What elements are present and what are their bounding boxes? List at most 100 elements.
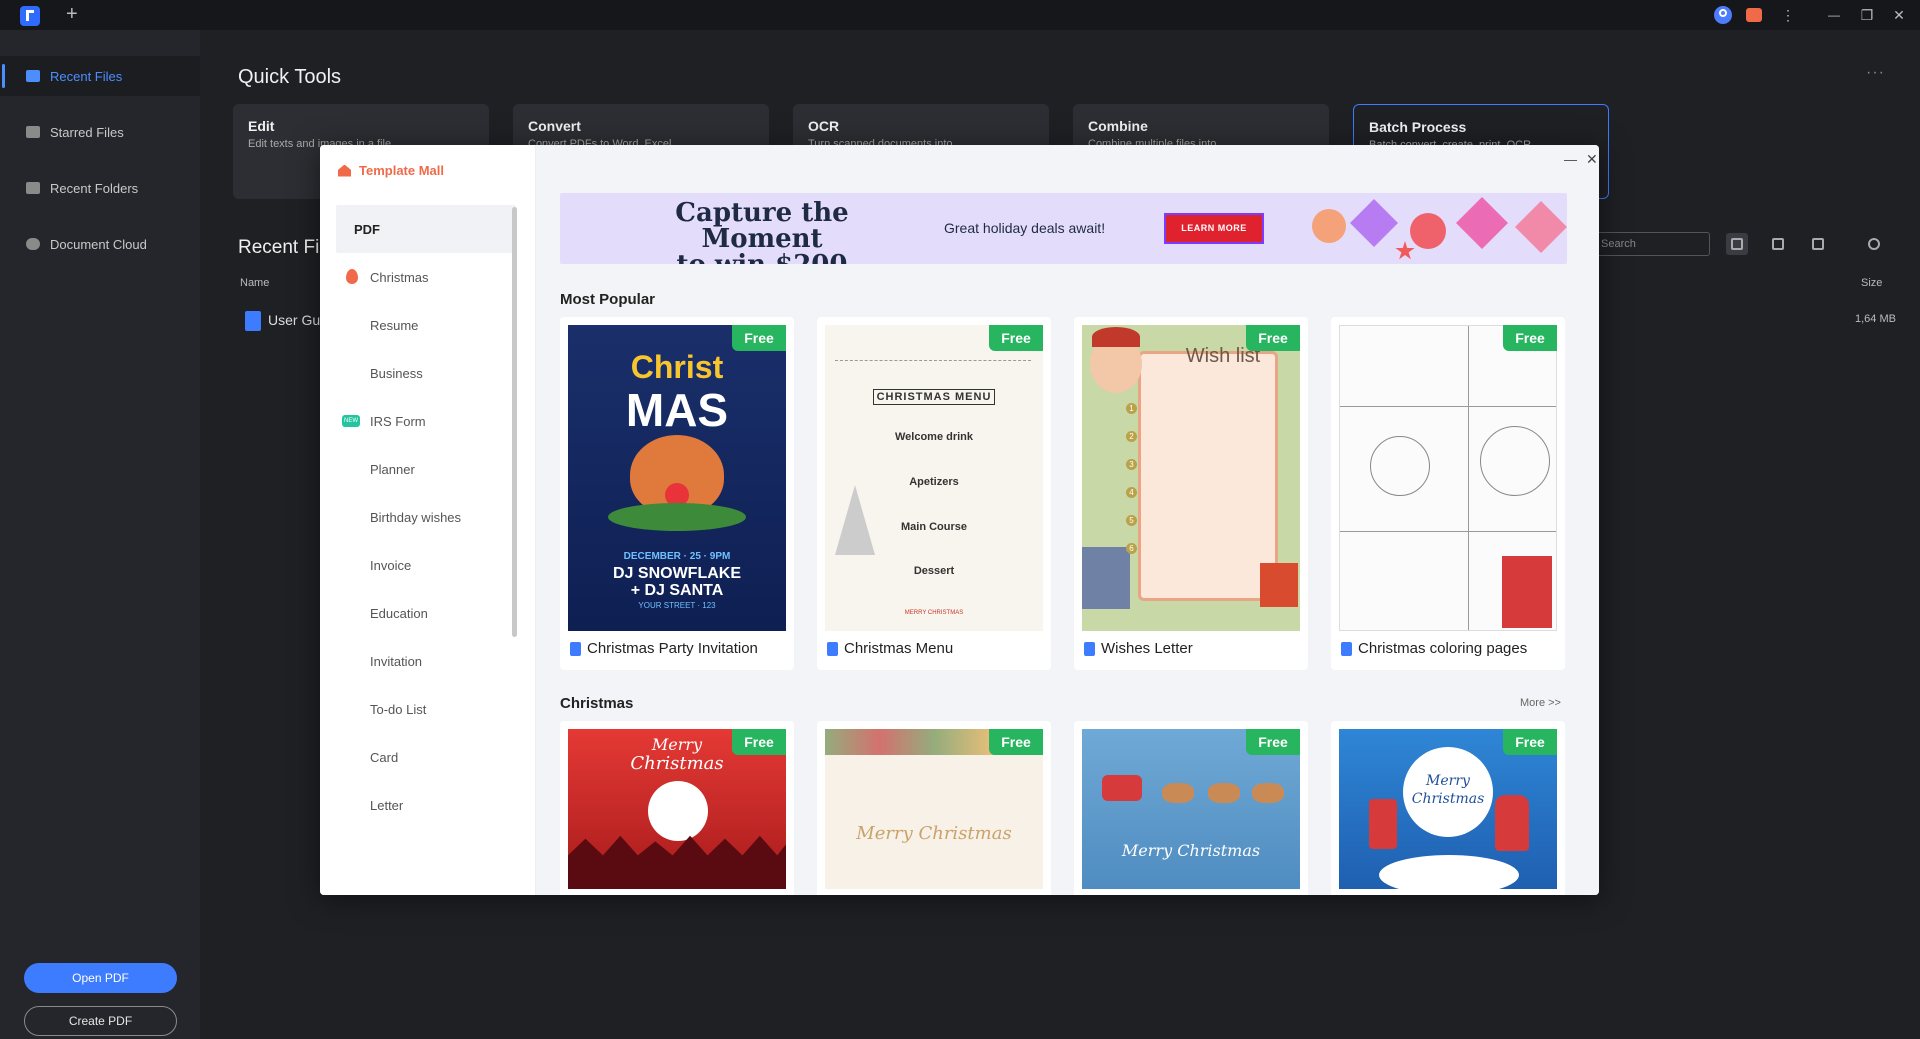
thumb-text: Christmas (630, 753, 724, 774)
file-size: 1,64 MB (1855, 313, 1896, 325)
category-item-christmas[interactable]: Christmas (336, 253, 516, 301)
category-item-letter[interactable]: Letter (336, 781, 516, 829)
grid-view-button[interactable] (1767, 233, 1789, 255)
tool-title: Combine (1088, 118, 1148, 134)
category-item-business[interactable]: Business (336, 349, 516, 397)
thumb-text: Merry Christmas (1121, 841, 1261, 860)
new-badge-icon: NEW (342, 415, 360, 427)
category-item-resume[interactable]: Resume (336, 301, 516, 349)
search-input[interactable]: Search (1596, 232, 1710, 256)
menu-dots-icon[interactable]: ⋮ (1779, 6, 1797, 24)
thumb-text: Merry (1426, 773, 1470, 789)
elf-hat-icon (1092, 327, 1140, 347)
template-card-christmas-menu[interactable]: Free CHRISTMAS MENU Welcome drink Apetiz… (817, 317, 1051, 670)
most-popular-title: Most Popular (560, 291, 656, 308)
category-label: Letter (370, 797, 404, 813)
category-item-invitation[interactable]: Invitation (336, 637, 516, 685)
tool-title: OCR (808, 118, 840, 134)
gift-box-icon (1260, 563, 1298, 607)
free-badge: Free (732, 325, 786, 351)
category-list: PDF Christmas Resume Business NEW IRS For… (336, 205, 516, 829)
tool-title: Edit (248, 118, 275, 134)
learn-more-button[interactable]: LEARN MORE (1164, 213, 1264, 244)
open-pdf-button[interactable]: Open PDF (24, 963, 177, 993)
free-badge: Free (989, 729, 1043, 755)
category-label: Invitation (370, 653, 423, 669)
more-christmas-link[interactable]: More >> (1520, 697, 1561, 709)
category-item-card[interactable]: Card (336, 733, 516, 781)
message-icon[interactable] (1746, 8, 1762, 22)
trash-icon (1812, 238, 1824, 250)
user-avatar-icon[interactable] (1714, 6, 1732, 24)
template-card-wishes-letter[interactable]: Free Wish list 1 2 3 4 5 6 Wishes Letter (1074, 317, 1308, 670)
thumb-text: + DJ SANTA (630, 582, 724, 599)
app-logo-icon[interactable] (20, 6, 40, 26)
tool-title: Convert (528, 118, 581, 134)
santa-icon (1495, 795, 1529, 851)
category-item-birthday-wishes[interactable]: Birthday wishes (336, 493, 516, 541)
template-title-text: Wishes Letter (1101, 640, 1193, 657)
promo-banner[interactable]: Capture the Moment to win $200 Great hol… (560, 193, 1567, 264)
template-card-christmas-party-invitation[interactable]: Free Christ MAS DECEMBER · 25 · 9PM DJ S… (560, 317, 794, 670)
create-pdf-button[interactable]: Create PDF (24, 1006, 177, 1036)
sidebar-item-recent-files[interactable]: Recent Files (0, 56, 200, 96)
close-window-button[interactable]: ✕ (1890, 6, 1908, 24)
new-tab-button[interactable]: + (66, 3, 78, 26)
template-title: Christmas Menu (827, 640, 953, 657)
template-card-christmas-2[interactable]: Free Merry Christmas (817, 721, 1051, 895)
dialog-close-button[interactable]: ✕ (1586, 151, 1598, 168)
template-card-christmas-4[interactable]: Free Merry Christmas (1331, 721, 1565, 895)
christmas-section-title: Christmas (560, 695, 634, 712)
refresh-button[interactable] (1863, 233, 1885, 255)
category-item-education[interactable]: Education (336, 589, 516, 637)
sidebar-item-document-cloud[interactable]: Document Cloud (0, 224, 200, 264)
category-label: Invoice (370, 557, 412, 573)
quick-tools-title: Quick Tools (238, 66, 342, 88)
category-item-to-do-list[interactable]: To-do List (336, 685, 516, 733)
template-card-christmas-coloring-pages[interactable]: Free Christmas coloring pages (1331, 317, 1565, 670)
reindeer-icon (1208, 783, 1240, 803)
list-number: 4 (1126, 487, 1137, 498)
template-title-text: Christmas Menu (844, 640, 954, 657)
category-item-planner[interactable]: Planner (336, 445, 516, 493)
category-label: Planner (370, 461, 415, 477)
list-number: 6 (1126, 543, 1137, 554)
list-number: 2 (1126, 431, 1137, 442)
category-item-pdf[interactable]: PDF (336, 205, 516, 253)
reindeer-icon (1252, 783, 1284, 803)
dialog-minimize-button[interactable]: — (1564, 152, 1577, 167)
banner-title-line1: Capture the Moment (675, 198, 849, 254)
template-thumbnail: Wish list 1 2 3 4 5 6 (1082, 325, 1300, 631)
coloring-ornament-icon (1480, 426, 1550, 496)
category-label: Card (370, 749, 399, 765)
list-view-button[interactable] (1726, 233, 1748, 255)
gift-box-icon (1082, 547, 1130, 609)
brand-label: Template Mall (359, 163, 445, 178)
minimize-window-button[interactable]: — (1825, 6, 1843, 24)
template-card-christmas-3[interactable]: Free Merry Christmas (1074, 721, 1308, 895)
moon-icon (648, 781, 708, 841)
fire-icon (346, 269, 358, 284)
list-number: 3 (1126, 459, 1137, 470)
template-category-sidebar: Template Mall PDF Christmas Resume Busin… (320, 145, 536, 895)
pdf-doc-icon (827, 641, 838, 656)
column-header-size[interactable]: Size (1861, 277, 1882, 289)
thumb-text: Welcome drink (894, 431, 974, 443)
pdf-doc-icon (1084, 641, 1095, 656)
restore-window-button[interactable]: ❐ (1858, 6, 1876, 24)
sidebar-item-recent-folders[interactable]: Recent Folders (0, 168, 200, 208)
category-scrollbar[interactable] (512, 207, 517, 637)
column-header-name[interactable]: Name (240, 277, 269, 289)
list-view-icon (1731, 238, 1743, 250)
sleigh-icon (1102, 775, 1142, 801)
more-options-icon[interactable]: ··· (1866, 64, 1885, 82)
category-item-irs-form[interactable]: NEW IRS Form (336, 397, 516, 445)
sidebar-item-starred-files[interactable]: Starred Files (0, 112, 200, 152)
free-badge: Free (1246, 729, 1300, 755)
template-card-christmas-1[interactable]: Free Merry Christmas (560, 721, 794, 895)
recent-files-icon (26, 70, 40, 82)
delete-button[interactable] (1807, 233, 1829, 255)
category-item-invoice[interactable]: Invoice (336, 541, 516, 589)
template-thumbnail: CHRISTMAS MENU Welcome drink Apetizers M… (825, 325, 1043, 631)
template-title-text: Christmas coloring pages (1358, 640, 1528, 657)
